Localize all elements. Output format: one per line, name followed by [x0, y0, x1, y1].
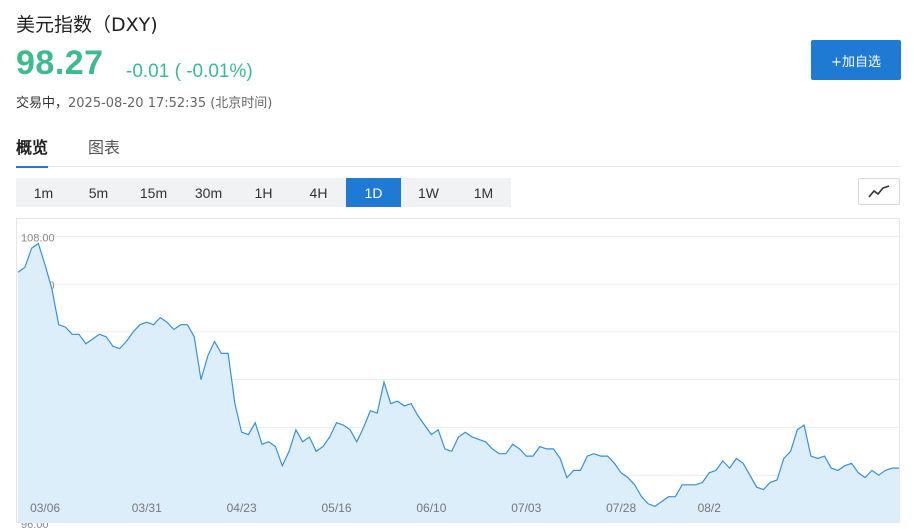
x-tick-label: 05/16 — [321, 501, 351, 515]
y-tick-label: 108.00 — [21, 232, 55, 244]
x-tick-label: 08/2 — [698, 501, 722, 515]
x-tick-label: 06/10 — [416, 501, 446, 515]
x-tick-label: 04/23 — [227, 501, 257, 515]
x-tick-label: 07/28 — [606, 501, 636, 515]
x-tick-label: 03/06 — [30, 501, 60, 515]
price-chart: 108.00106.00104.00102.00100.0098.0096.00… — [17, 232, 899, 529]
x-tick-label: 03/31 — [132, 501, 162, 515]
series-area — [18, 243, 899, 523]
x-tick-label: 07/03 — [511, 501, 541, 515]
